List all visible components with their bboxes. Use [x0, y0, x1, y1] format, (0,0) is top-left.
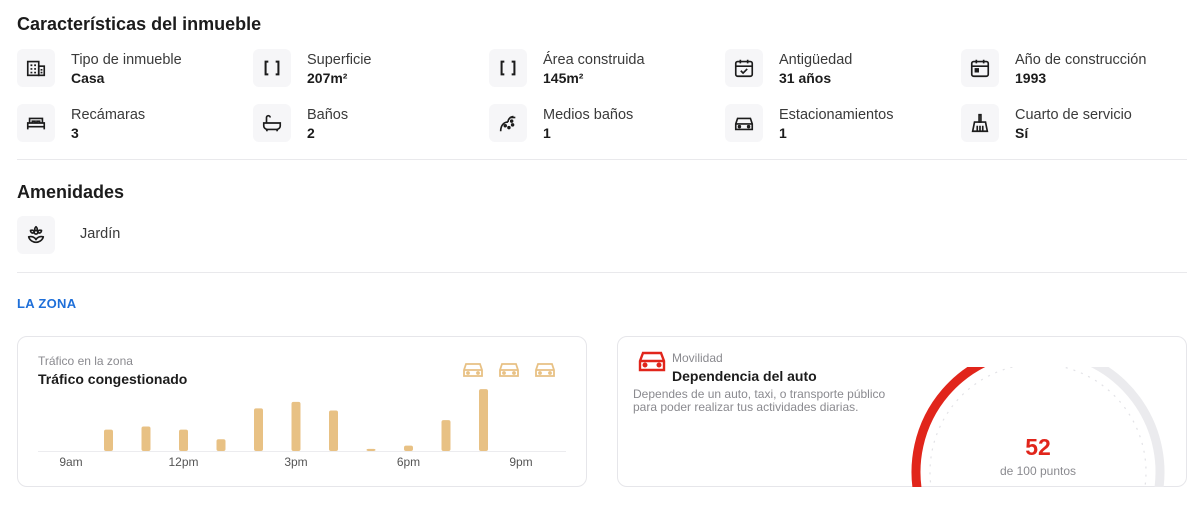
feature-label: Año de construcción [1015, 52, 1147, 68]
divider [17, 272, 1187, 273]
feature-value: Sí [1015, 125, 1029, 141]
traffic-bar [329, 410, 338, 451]
traffic-bar [254, 408, 263, 451]
feature-label: Estacionamientos [779, 107, 894, 123]
traffic-bar [404, 445, 413, 451]
feature-value: 3 [71, 125, 79, 141]
x-tick-label: 6pm [397, 455, 420, 469]
area-brackets-icon [489, 49, 527, 87]
feature-value: 1993 [1015, 70, 1047, 86]
traffic-bar [441, 420, 451, 451]
bathtub-icon [253, 104, 291, 142]
x-tick-label: 12pm [168, 455, 198, 469]
feature-label: Medios baños [543, 107, 634, 123]
mobility-title: Dependencia del auto [672, 368, 817, 384]
feature-label: Tipo de inmueble [71, 52, 182, 68]
amenities-title: Amenidades [17, 182, 125, 202]
bed-icon [17, 104, 55, 142]
traffic-bar [291, 401, 301, 451]
mobility-score: 52 [1025, 434, 1051, 460]
feature-label: Baños [307, 107, 349, 123]
feature-item: Antigüedad 31 años [725, 49, 945, 89]
feature-item: Tipo de inmueble Casa [17, 49, 237, 89]
traffic-bar [141, 426, 151, 451]
feature-item: Estacionamientos 1 [725, 104, 945, 144]
broom-icon [961, 104, 999, 142]
traffic-chart: 9am 12pm 3pm 6pm 9pm [38, 389, 566, 469]
building-icon [17, 49, 55, 87]
feature-item: Área construida 145m² [489, 49, 709, 89]
section-title: Características del inmueble [17, 14, 262, 34]
amenity-label: Jardín [80, 226, 121, 242]
car-icon [725, 104, 763, 142]
calendar-icon [961, 49, 999, 87]
divider [17, 159, 1187, 160]
x-tick-label: 9am [59, 455, 82, 469]
feature-label: Cuarto de servicio [1015, 107, 1132, 123]
shower-icon [489, 104, 527, 142]
zone-heading: LA ZONA [17, 296, 77, 311]
x-tick-label: 3pm [284, 455, 307, 469]
mobility-subtitle: Movilidad [672, 351, 723, 365]
feature-item: Recámaras 3 [17, 104, 237, 144]
feature-value: 31 años [779, 70, 832, 86]
feature-item: Superficie 207m² [253, 49, 473, 89]
car-icon [638, 351, 666, 372]
feature-label: Recámaras [71, 107, 146, 123]
feature-item: Medios baños 1 [489, 104, 709, 144]
mobility-score-unit: de 100 puntos [999, 464, 1077, 478]
calendar-check-icon [725, 49, 763, 87]
area-brackets-icon [253, 49, 291, 87]
feature-item: Cuarto de servicio Sí [961, 104, 1181, 144]
traffic-bar [179, 429, 188, 451]
feature-value: 1 [779, 125, 787, 141]
flower-icon [17, 216, 55, 254]
traffic-subtitle: Tráfico en la zona [38, 354, 133, 368]
traffic-bar [366, 448, 376, 451]
feature-label: Antigüedad [779, 52, 853, 68]
feature-item: Baños 2 [253, 104, 473, 144]
traffic-bar [104, 429, 113, 451]
feature-value: 2 [307, 125, 315, 141]
feature-item: Año de construcción 1993 [961, 49, 1181, 89]
feature-value: Casa [71, 70, 105, 86]
feature-label: Superficie [307, 52, 372, 68]
feature-value: 1 [543, 125, 551, 141]
traffic-bar [479, 389, 488, 451]
x-tick-label: 9pm [509, 455, 532, 469]
traffic-card: Tráfico en la zona Tráfico congestionado… [17, 336, 587, 487]
mobility-description: Dependes de un auto, taxi, o transporte … [633, 387, 886, 414]
traffic-bar [216, 439, 226, 451]
mobility-card: Movilidad Dependencia del auto Dependes … [617, 336, 1187, 487]
feature-value: 145m² [543, 70, 584, 86]
feature-value: 207m² [307, 70, 348, 86]
feature-label: Área construida [543, 52, 645, 68]
